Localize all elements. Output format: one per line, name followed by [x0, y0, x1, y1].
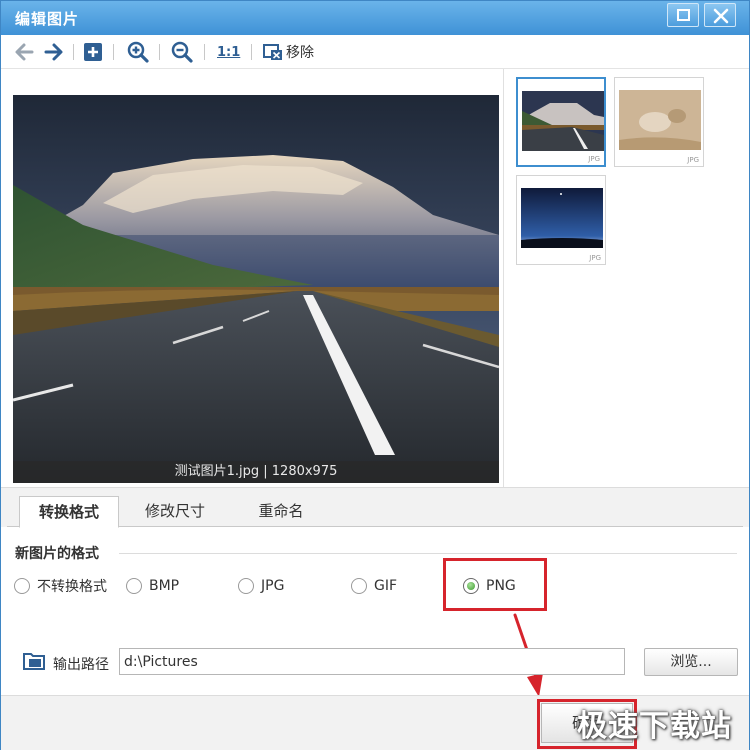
- tab-resize[interactable]: 修改尺寸: [127, 496, 223, 528]
- output-path-label: 输出路径: [53, 657, 109, 673]
- preview-image: [13, 95, 499, 483]
- zoom-out-icon: [171, 41, 193, 63]
- thumbnail-3[interactable]: JPG: [516, 175, 606, 265]
- thumbnail-image: [522, 91, 604, 151]
- tab-convert-format[interactable]: 转换格式: [19, 496, 119, 528]
- thumbnail-2[interactable]: JPG: [614, 77, 704, 167]
- radio-gif[interactable]: GIF: [351, 575, 397, 597]
- maximize-button[interactable]: [667, 3, 699, 27]
- format-section-heading: 新图片的格式: [15, 546, 99, 562]
- zoom-out-button[interactable]: [171, 40, 193, 64]
- thumbnail-format: JPG: [588, 155, 600, 163]
- close-button[interactable]: [704, 3, 736, 27]
- maximize-icon: [677, 9, 690, 21]
- toolbar-separator: [204, 44, 205, 60]
- radio-label: GIF: [374, 578, 398, 594]
- toolbar-separator: [159, 44, 160, 60]
- add-button[interactable]: [83, 40, 103, 64]
- tab-bar: 转换格式 修改尺寸 重命名: [1, 487, 749, 528]
- preview-caption: 测试图片1.jpg | 1280x975: [13, 461, 499, 483]
- zoom-in-icon: [127, 41, 149, 63]
- arrow-left-icon: [15, 43, 34, 61]
- section-divider: [119, 553, 737, 554]
- title-bar: 编辑图片: [1, 1, 749, 35]
- zoom-in-button[interactable]: [127, 40, 149, 64]
- thumbnail-1[interactable]: JPG: [516, 77, 606, 167]
- add-box-icon: [84, 43, 102, 61]
- actual-size-label: 1:1: [217, 44, 241, 60]
- remove-button[interactable]: 移除: [263, 40, 314, 64]
- divider: [503, 69, 504, 487]
- toolbar-separator: [251, 44, 252, 60]
- output-path-field[interactable]: [119, 648, 625, 675]
- tab-rename[interactable]: 重命名: [235, 496, 327, 528]
- radio-bmp[interactable]: BMP: [126, 575, 179, 597]
- radio-label: 不转换格式: [37, 579, 107, 595]
- forward-button[interactable]: [43, 40, 65, 64]
- radio-label: JPG: [261, 578, 285, 594]
- radio-jpg[interactable]: JPG: [238, 575, 284, 597]
- radio-circle: [14, 578, 30, 594]
- folder-icon: [23, 653, 45, 670]
- ok-highlight-box: [537, 699, 637, 749]
- toolbar-separator: [113, 44, 114, 60]
- remove-icon: [263, 44, 282, 60]
- actual-size-button[interactable]: 1:1: [217, 40, 240, 64]
- png-highlight-box: [443, 558, 547, 611]
- thumbnail-image: [619, 90, 701, 150]
- image-preview: 测试图片1.jpg | 1280x975: [13, 95, 499, 483]
- edit-image-window: 编辑图片 1:1 移除 测试图片1.jpg | 1280x975 JPG JPG…: [0, 0, 750, 750]
- arrow-right-icon: [44, 43, 63, 61]
- radio-circle: [126, 578, 142, 594]
- browse-button[interactable]: 浏览...: [644, 648, 738, 676]
- thumbnail-image: [521, 188, 603, 248]
- thumbnail-format: JPG: [589, 254, 601, 262]
- radio-circle: [351, 578, 367, 594]
- radio-label: BMP: [149, 578, 180, 594]
- remove-label: 移除: [286, 45, 314, 61]
- thumbnail-format: JPG: [687, 156, 699, 164]
- toolbar: 1:1 移除: [1, 35, 749, 69]
- radio-circle: [238, 578, 254, 594]
- radio-no-conversion[interactable]: 不转换格式: [14, 575, 107, 597]
- toolbar-separator: [73, 44, 74, 60]
- window-title: 编辑图片: [15, 10, 80, 28]
- back-button[interactable]: [13, 40, 35, 64]
- close-icon: [713, 8, 729, 24]
